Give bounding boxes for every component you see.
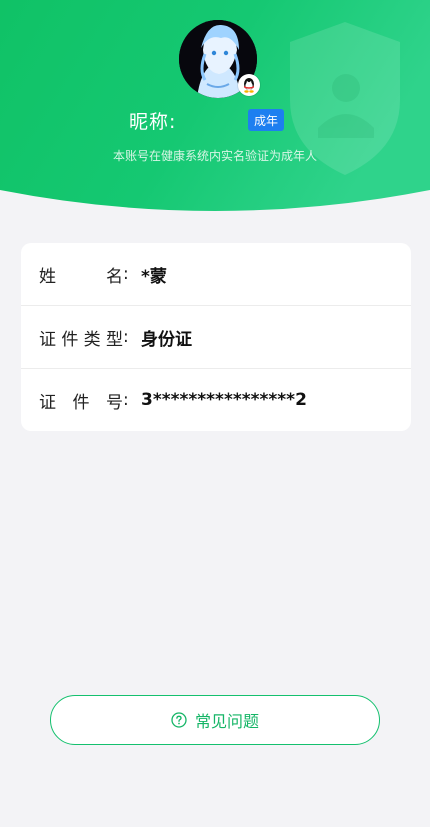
nickname-label: 昵称: (129, 111, 177, 133)
identity-info-card: 姓 名 : *蒙 证 件 类 型 : 身份证 证 件 号 : 3********… (21, 243, 411, 431)
label-char: 证 (39, 329, 56, 350)
info-row-name: 姓 名 : *蒙 (21, 243, 411, 305)
row-colon: : (123, 390, 129, 410)
label-char: 件 (72, 392, 90, 413)
row-label: 证 件 类 型 (39, 325, 123, 350)
label-char: 号 (106, 392, 123, 413)
id-type-value: 身份证 (141, 329, 192, 350)
label-char: 姓 (39, 266, 56, 287)
label-char: 型 (105, 329, 123, 350)
name-value: *蒙 (141, 266, 167, 287)
row-colon: : (123, 264, 129, 284)
row-label: 证 件 号 (39, 388, 123, 413)
question-circle-icon (171, 712, 187, 728)
label-char: 件 (61, 329, 79, 350)
adult-badge: 成年 (248, 109, 284, 131)
label-char: 类 (83, 329, 101, 350)
label-char: 证 (39, 392, 56, 413)
faq-label: 常见问题 (194, 712, 259, 731)
faq-button[interactable]: 常见问题 (50, 695, 380, 745)
row-colon: : (123, 327, 129, 347)
info-row-id-type: 证 件 类 型 : 身份证 (21, 306, 411, 368)
row-label: 姓 名 (39, 262, 123, 287)
id-number-value: 3****************2 (141, 390, 307, 410)
qq-icon (238, 74, 260, 96)
label-char: 名 (106, 266, 123, 287)
verification-note: 本账号在健康系统内实名验证为成年人 (112, 149, 317, 163)
info-row-id-number: 证 件 号 : 3****************2 (21, 369, 411, 431)
